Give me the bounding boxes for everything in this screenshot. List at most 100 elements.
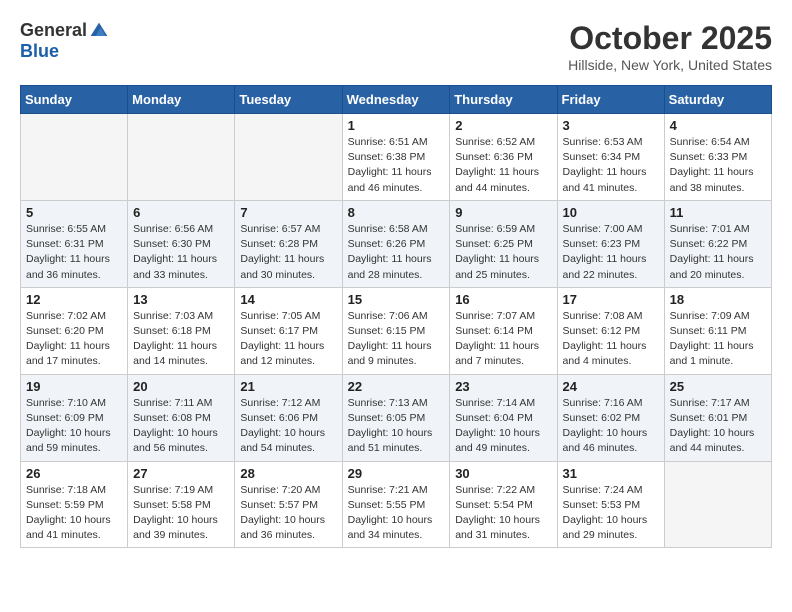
logo: General Blue <box>20 20 109 62</box>
day-number: 14 <box>240 292 336 307</box>
calendar-cell: 18 Sunrise: 7:09 AM Sunset: 6:11 PM Dayli… <box>664 287 771 374</box>
day-info: Sunrise: 7:00 AM Sunset: 6:23 PM Dayligh… <box>563 222 659 283</box>
day-info: Sunrise: 6:56 AM Sunset: 6:30 PM Dayligh… <box>133 222 229 283</box>
day-info: Sunrise: 7:14 AM Sunset: 6:04 PM Dayligh… <box>455 396 551 457</box>
day-info: Sunrise: 7:01 AM Sunset: 6:22 PM Dayligh… <box>670 222 766 283</box>
day-info: Sunrise: 7:16 AM Sunset: 6:02 PM Dayligh… <box>563 396 659 457</box>
day-number: 1 <box>348 118 445 133</box>
day-number: 4 <box>670 118 766 133</box>
calendar-cell <box>21 114 128 201</box>
day-info: Sunrise: 6:55 AM Sunset: 6:31 PM Dayligh… <box>26 222 122 283</box>
calendar-cell <box>128 114 235 201</box>
calendar-week-row: 1 Sunrise: 6:51 AM Sunset: 6:38 PM Daylig… <box>21 114 772 201</box>
calendar-cell: 31Sunrise: 7:24 AM Sunset: 5:53 PM Dayli… <box>557 461 664 548</box>
calendar-cell: 3Sunrise: 6:53 AM Sunset: 6:34 PM Daylig… <box>557 114 664 201</box>
calendar-cell: 15 Sunrise: 7:06 AM Sunset: 6:15 PM Dayli… <box>342 287 450 374</box>
day-info: Sunrise: 6:54 AM Sunset: 6:33 PM Dayligh… <box>670 135 766 196</box>
day-number: 20 <box>133 379 229 394</box>
weekday-header: Saturday <box>664 86 771 114</box>
day-number: 2 <box>455 118 551 133</box>
calendar-cell: 4 Sunrise: 6:54 AM Sunset: 6:33 PM Daylig… <box>664 114 771 201</box>
day-info: Sunrise: 7:06 AM Sunset: 6:15 PM Dayligh… <box>348 309 445 370</box>
day-number: 15 <box>348 292 445 307</box>
day-number: 27 <box>133 466 229 481</box>
day-number: 17 <box>563 292 659 307</box>
day-info: Sunrise: 7:07 AM Sunset: 6:14 PM Dayligh… <box>455 309 551 370</box>
title-block: October 2025 Hillside, New York, United … <box>568 20 772 73</box>
day-number: 30 <box>455 466 551 481</box>
day-info: Sunrise: 7:19 AM Sunset: 5:58 PM Dayligh… <box>133 483 229 544</box>
calendar-cell <box>664 461 771 548</box>
day-number: 29 <box>348 466 445 481</box>
day-number: 13 <box>133 292 229 307</box>
day-info: Sunrise: 7:13 AM Sunset: 6:05 PM Dayligh… <box>348 396 445 457</box>
calendar-cell: 21Sunrise: 7:12 AM Sunset: 6:06 PM Dayli… <box>235 374 342 461</box>
day-info: Sunrise: 7:10 AM Sunset: 6:09 PM Dayligh… <box>26 396 122 457</box>
day-number: 10 <box>563 205 659 220</box>
calendar-cell: 28Sunrise: 7:20 AM Sunset: 5:57 PM Dayli… <box>235 461 342 548</box>
logo-blue-text: Blue <box>20 41 59 62</box>
day-number: 25 <box>670 379 766 394</box>
calendar-cell: 29 Sunrise: 7:21 AM Sunset: 5:55 PM Dayli… <box>342 461 450 548</box>
day-info: Sunrise: 7:21 AM Sunset: 5:55 PM Dayligh… <box>348 483 445 544</box>
logo-general-text: General <box>20 20 87 41</box>
calendar-cell: 22 Sunrise: 7:13 AM Sunset: 6:05 PM Dayli… <box>342 374 450 461</box>
day-number: 6 <box>133 205 229 220</box>
calendar-table: SundayMondayTuesdayWednesdayThursdayFrid… <box>20 85 772 548</box>
day-number: 8 <box>348 205 445 220</box>
day-info: Sunrise: 7:18 AM Sunset: 5:59 PM Dayligh… <box>26 483 122 544</box>
logo-icon <box>89 21 109 41</box>
day-info: Sunrise: 6:59 AM Sunset: 6:25 PM Dayligh… <box>455 222 551 283</box>
location: Hillside, New York, United States <box>568 57 772 73</box>
day-number: 7 <box>240 205 336 220</box>
day-info: Sunrise: 7:08 AM Sunset: 6:12 PM Dayligh… <box>563 309 659 370</box>
day-info: Sunrise: 7:12 AM Sunset: 6:06 PM Dayligh… <box>240 396 336 457</box>
calendar-cell: 9 Sunrise: 6:59 AM Sunset: 6:25 PM Daylig… <box>450 200 557 287</box>
day-info: Sunrise: 6:57 AM Sunset: 6:28 PM Dayligh… <box>240 222 336 283</box>
day-info: Sunrise: 7:22 AM Sunset: 5:54 PM Dayligh… <box>455 483 551 544</box>
day-info: Sunrise: 7:02 AM Sunset: 6:20 PM Dayligh… <box>26 309 122 370</box>
calendar-week-row: 5 Sunrise: 6:55 AM Sunset: 6:31 PM Daylig… <box>21 200 772 287</box>
day-number: 22 <box>348 379 445 394</box>
calendar-cell: 6 Sunrise: 6:56 AM Sunset: 6:30 PM Daylig… <box>128 200 235 287</box>
calendar-cell: 13 Sunrise: 7:03 AM Sunset: 6:18 PM Dayli… <box>128 287 235 374</box>
calendar-cell: 19Sunrise: 7:10 AM Sunset: 6:09 PM Dayli… <box>21 374 128 461</box>
calendar-header-row: SundayMondayTuesdayWednesdayThursdayFrid… <box>21 86 772 114</box>
day-info: Sunrise: 7:11 AM Sunset: 6:08 PM Dayligh… <box>133 396 229 457</box>
calendar-cell: 20 Sunrise: 7:11 AM Sunset: 6:08 PM Dayli… <box>128 374 235 461</box>
day-info: Sunrise: 7:03 AM Sunset: 6:18 PM Dayligh… <box>133 309 229 370</box>
day-number: 5 <box>26 205 122 220</box>
calendar-cell: 16Sunrise: 7:07 AM Sunset: 6:14 PM Dayli… <box>450 287 557 374</box>
calendar-cell: 25 Sunrise: 7:17 AM Sunset: 6:01 PM Dayli… <box>664 374 771 461</box>
calendar-cell: 27 Sunrise: 7:19 AM Sunset: 5:58 PM Dayli… <box>128 461 235 548</box>
calendar-cell: 17 Sunrise: 7:08 AM Sunset: 6:12 PM Dayli… <box>557 287 664 374</box>
calendar-cell: 14Sunrise: 7:05 AM Sunset: 6:17 PM Dayli… <box>235 287 342 374</box>
calendar-cell: 12 Sunrise: 7:02 AM Sunset: 6:20 PM Dayli… <box>21 287 128 374</box>
weekday-header: Wednesday <box>342 86 450 114</box>
weekday-header: Thursday <box>450 86 557 114</box>
day-number: 9 <box>455 205 551 220</box>
day-info: Sunrise: 6:52 AM Sunset: 6:36 PM Dayligh… <box>455 135 551 196</box>
day-number: 12 <box>26 292 122 307</box>
day-number: 18 <box>670 292 766 307</box>
weekday-header: Sunday <box>21 86 128 114</box>
weekday-header: Friday <box>557 86 664 114</box>
day-number: 23 <box>455 379 551 394</box>
calendar-cell: 8 Sunrise: 6:58 AM Sunset: 6:26 PM Daylig… <box>342 200 450 287</box>
day-number: 24 <box>563 379 659 394</box>
calendar-cell: 2 Sunrise: 6:52 AM Sunset: 6:36 PM Daylig… <box>450 114 557 201</box>
day-info: Sunrise: 7:17 AM Sunset: 6:01 PM Dayligh… <box>670 396 766 457</box>
calendar-cell: 26Sunrise: 7:18 AM Sunset: 5:59 PM Dayli… <box>21 461 128 548</box>
calendar-cell: 10 Sunrise: 7:00 AM Sunset: 6:23 PM Dayli… <box>557 200 664 287</box>
weekday-header: Tuesday <box>235 86 342 114</box>
day-info: Sunrise: 6:51 AM Sunset: 6:38 PM Dayligh… <box>348 135 445 196</box>
day-number: 11 <box>670 205 766 220</box>
calendar-cell <box>235 114 342 201</box>
calendar-cell: 30 Sunrise: 7:22 AM Sunset: 5:54 PM Dayli… <box>450 461 557 548</box>
day-info: Sunrise: 7:09 AM Sunset: 6:11 PM Dayligh… <box>670 309 766 370</box>
calendar-cell: 11 Sunrise: 7:01 AM Sunset: 6:22 PM Dayli… <box>664 200 771 287</box>
day-info: Sunrise: 7:24 AM Sunset: 5:53 PM Dayligh… <box>563 483 659 544</box>
calendar-cell: 23 Sunrise: 7:14 AM Sunset: 6:04 PM Dayli… <box>450 374 557 461</box>
day-info: Sunrise: 6:58 AM Sunset: 6:26 PM Dayligh… <box>348 222 445 283</box>
calendar-cell: 7 Sunrise: 6:57 AM Sunset: 6:28 PM Daylig… <box>235 200 342 287</box>
